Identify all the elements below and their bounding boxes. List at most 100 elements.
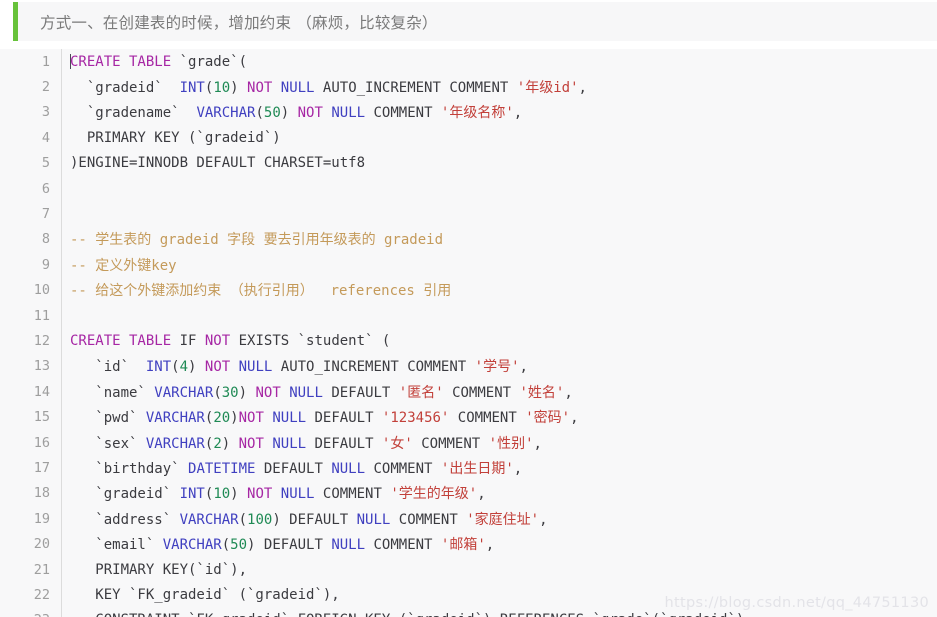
line-number: 10 (0, 277, 62, 303)
code-token: ) DEFAULT (247, 537, 332, 554)
code-token: '邮箱' (440, 537, 486, 554)
code-line: 20 `email` VARCHAR(50) DEFAULT NULL COMM… (0, 531, 937, 557)
code-token: 20 (213, 410, 231, 427)
code-token: `gradename` (70, 105, 197, 122)
code-token: NULL (331, 105, 366, 122)
code-token: -- 定义外键key (70, 257, 177, 274)
code-token: NULL (356, 511, 391, 528)
code-line-content: CREATE TABLE IF NOT EXISTS `student` ( (62, 328, 937, 353)
code-token: `pwd` (70, 410, 146, 427)
code-token: NOT (238, 410, 264, 427)
code-token: '姓名' (519, 384, 565, 401)
code-token: VARCHAR (145, 410, 205, 427)
code-line-content: `name` VARCHAR(30) NOT NULL DEFAULT '匿名'… (62, 379, 937, 404)
code-token: '匿名' (398, 384, 444, 401)
code-token: KEY `FK_gradeid` (`gradeid`), (70, 586, 340, 603)
code-token: '学号' (474, 359, 520, 376)
line-number: 5 (0, 150, 62, 176)
code-line: 14 `name` VARCHAR(30) NOT NULL DEFAULT '… (0, 379, 937, 405)
code-token: `id` (70, 359, 146, 376)
code-token: ) (230, 410, 239, 427)
code-line: 8 -- 学生表的 gradeid 字段 要去引用年级表的 gradeid (0, 226, 937, 253)
code-token: NULL (331, 537, 366, 554)
code-line: 5)ENGINE=INNODB DEFAULT CHARSET=utf8 (0, 150, 937, 176)
code-token: NOT (247, 80, 273, 97)
code-token: INT (145, 359, 172, 376)
code-line-content: -- 定义外键key (62, 252, 937, 277)
code-line: 13 `id` INT(4) NOT NULL AUTO_INCREMENT C… (0, 353, 937, 380)
code-token: VARCHAR (162, 537, 222, 554)
line-number: 19 (0, 506, 62, 532)
line-number: 1 (0, 49, 62, 75)
code-line-content: `gradename` VARCHAR(50) NOT NULL COMMENT… (62, 100, 937, 125)
code-token: COMMENT (390, 511, 467, 528)
code-token: INT (179, 486, 205, 503)
code-line: 17 `birthday` DATETIME DEFAULT NULL COMM… (0, 455, 937, 481)
banner-accent-bar (13, 2, 18, 41)
code-token: COMMENT (365, 460, 441, 477)
line-number: 20 (0, 531, 62, 557)
code-token: PRIMARY KEY (`gradeid`) (70, 129, 281, 146)
code-token: `sex` (70, 435, 146, 452)
code-token: ) (230, 486, 248, 503)
code-line: 10 -- 给这个外键添加约束 （执行引用） references 引用 (0, 277, 937, 303)
line-number: 8 (0, 226, 62, 253)
code-line: 3 `gradename` VARCHAR(50) NOT NULL COMME… (0, 99, 937, 126)
code-token: COMMENT (365, 105, 441, 122)
code-line: 12 CREATE TABLE IF NOT EXISTS `student` ( (0, 328, 937, 354)
line-number: 15 (0, 404, 62, 430)
code-token: PRIMARY KEY(`id`), (70, 561, 248, 578)
code-token: 30 (221, 384, 239, 401)
code-token: '年级名称' (440, 105, 514, 122)
code-token: '年级id' (516, 80, 579, 97)
code-token: '女' (381, 435, 413, 452)
code-token: ( (213, 384, 222, 401)
csdn-watermark: https://blog.csdn.net/qq_44751130 (664, 595, 929, 611)
code-token: ( (171, 359, 180, 376)
code-line-content: -- 学生表的 gradeid 字段 要去引用年级表的 gradeid (62, 227, 937, 252)
code-token: 50 (263, 105, 281, 122)
banner-text: 方式一、在创建表的时候，增加约束 （麻烦，比较复杂） (40, 13, 438, 32)
line-number: 7 (0, 201, 62, 227)
code-line-content: PRIMARY KEY (`gradeid`) (62, 125, 937, 150)
code-line-content: `address` VARCHAR(100) DEFAULT NULL COMM… (62, 506, 937, 531)
code-token: '学生的年级' (390, 486, 478, 503)
code-token: , (485, 537, 495, 554)
code-token: `gradeid` (70, 486, 180, 503)
code-token: 2 (213, 435, 222, 452)
code-token: ) (230, 80, 248, 97)
code-token: , (578, 80, 587, 97)
code-lines-body: 1 CREATE TABLE `grade`(2 `gradeid` INT(10… (0, 49, 937, 617)
code-token: '出生日期' (440, 460, 514, 477)
code-line-content (62, 176, 937, 201)
code-line: 18 `gradeid` INT(10) NOT NULL COMMENT '学… (0, 480, 937, 507)
line-number: 12 (0, 328, 62, 354)
code-token: , (533, 435, 542, 452)
code-token: -- 学生表的 gradeid 字段 要去引用年级表的 gradeid (70, 232, 444, 249)
code-line-content: `email` VARCHAR(50) DEFAULT NULL COMMENT… (62, 531, 937, 556)
code-token: NOT (204, 359, 231, 376)
code-line: 7 (0, 201, 937, 227)
line-number: 17 (0, 455, 62, 481)
code-line: 11 (0, 302, 937, 329)
code-token: DEFAULT (322, 384, 399, 401)
code-line-content (62, 303, 937, 328)
code-token: NULL (272, 435, 307, 452)
code-token: EXISTS `student` ( (230, 332, 391, 349)
code-token: VARCHAR (145, 435, 205, 452)
code-line: 21 PRIMARY KEY(`id`), (0, 556, 937, 583)
code-token: `address` (70, 511, 180, 528)
sql-code-block[interactable]: 1 CREATE TABLE `grade`(2 `gradeid` INT(10… (0, 49, 937, 617)
code-token: COMMENT (443, 384, 520, 401)
code-token: '性别' (488, 435, 534, 452)
code-token: '密码' (525, 410, 571, 427)
code-token: 100 (247, 511, 273, 528)
code-line-content: )ENGINE=INNODB DEFAULT CHARSET=utf8 (62, 151, 937, 176)
code-token: COMMENT (412, 435, 489, 452)
code-token: ) (221, 435, 239, 452)
code-line-content: `birthday` DATETIME DEFAULT NULL COMMENT… (62, 455, 937, 480)
code-token: IF (171, 332, 205, 349)
